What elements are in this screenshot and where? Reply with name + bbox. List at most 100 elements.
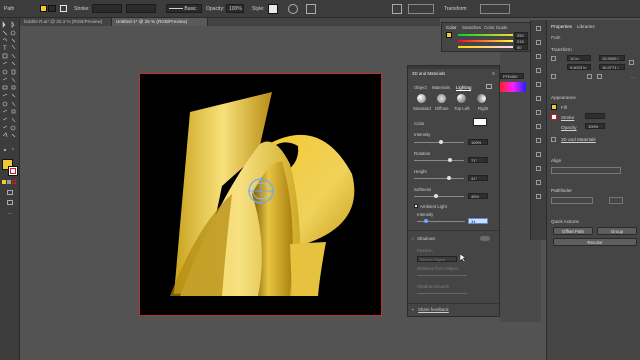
shadows-toggle[interactable] (480, 236, 490, 241)
more-options-icon[interactable]: … (631, 74, 635, 79)
pathfinder-buttons-row[interactable] (551, 197, 593, 204)
fill-dropdown[interactable] (48, 5, 56, 12)
stroke-swatch[interactable] (60, 5, 67, 12)
height-value[interactable]: 41° (468, 175, 488, 181)
flip-vertical-icon[interactable] (597, 74, 602, 79)
intensity-value[interactable]: 100% (468, 139, 488, 145)
light-color-swatch[interactable] (473, 118, 487, 126)
graphic-styles-panel-icon[interactable] (536, 138, 541, 143)
variable-width-field[interactable] (126, 4, 156, 13)
appearance-opacity-label[interactable]: Opacity (561, 125, 577, 130)
red-slider[interactable] (458, 34, 513, 36)
artboards-panel-icon[interactable] (536, 166, 541, 171)
tab-color[interactable]: Color (446, 25, 457, 30)
softness-value[interactable]: 45% (468, 193, 488, 199)
rotate-icon[interactable] (551, 74, 556, 79)
w-field[interactable]: 15.9009 i (599, 55, 625, 61)
gradient-mode-icon[interactable] (7, 180, 11, 184)
shadows-chevron-icon[interactable]: › (412, 236, 413, 241)
color-panel-icon[interactable] (536, 26, 541, 31)
appearance-stroke-swatch[interactable] (551, 114, 557, 120)
tab-lighting[interactable]: Lighting (456, 85, 472, 91)
distance-slider[interactable] (417, 275, 467, 276)
align-panel-icon[interactable] (536, 180, 541, 185)
group-button[interactable]: Group (597, 227, 637, 235)
opacity-field[interactable]: 100% (585, 123, 605, 129)
tab-object[interactable]: Object (414, 85, 427, 90)
recolor-button[interactable]: Recolor (553, 238, 637, 246)
align-buttons[interactable] (408, 4, 434, 14)
color-fill-swatch[interactable] (446, 32, 452, 38)
panel-menu-icon[interactable]: ≡ (492, 71, 495, 76)
symbols-panel-icon[interactable] (536, 68, 541, 73)
preset-right-icon[interactable] (477, 94, 486, 103)
x-field[interactable]: 10 in (567, 55, 591, 61)
tab-color-guide[interactable]: Color Guide (484, 25, 507, 30)
stroke-weight-field[interactable] (92, 4, 122, 13)
draw-mode-icon[interactable] (7, 190, 13, 195)
more-tools-icon[interactable]: … (7, 210, 13, 216)
blue-slider[interactable] (458, 46, 513, 48)
align-to-icon[interactable] (392, 4, 402, 14)
rotation-slider[interactable] (414, 160, 464, 161)
tab-untitled-1[interactable]: Untitled-1* @ 25 % (RGB/Preview) (112, 18, 208, 26)
brush-style-select[interactable]: Basic (166, 4, 202, 13)
tool-icons[interactable]: T (0, 18, 20, 218)
tab-properties[interactable]: Properties (551, 24, 572, 29)
transform-icons[interactable] (480, 4, 510, 14)
stroke-weight-field[interactable] (585, 113, 605, 119)
ambient-intensity-value[interactable]: 34 (468, 218, 488, 224)
stroke-panel-icon[interactable] (536, 82, 541, 87)
tab-bubble-r[interactable]: bubble R.ai* @ 33.3 % (RGB/Preview) (20, 18, 112, 26)
constrain-proportions-icon[interactable] (629, 60, 634, 65)
color-mode-icon[interactable] (2, 180, 6, 184)
preset-diffuse-icon[interactable] (437, 94, 446, 103)
rotation-value[interactable]: 71° (468, 157, 488, 163)
flip-horizontal-icon[interactable] (587, 74, 592, 79)
tab-swatches[interactable]: Swatches (462, 25, 481, 30)
appearance-stroke-label[interactable]: Stroke (561, 115, 574, 120)
y-field[interactable]: 9.6023 in (567, 64, 591, 70)
recolor-icon[interactable] (288, 4, 298, 14)
gradient-panel-icon[interactable] (536, 96, 541, 101)
fx-icon[interactable] (551, 137, 556, 142)
h-field[interactable]: 16.9771 i (599, 64, 625, 70)
share-feedback-link[interactable]: Share feedback (418, 307, 449, 312)
position-select[interactable]: Behind Object (417, 256, 457, 262)
screen-mode-icon[interactable] (7, 200, 13, 205)
preset-standard-icon[interactable] (417, 94, 426, 103)
align-buttons-row[interactable] (551, 167, 621, 174)
bounds-slider[interactable] (417, 293, 467, 294)
tab-materials[interactable]: Materials (432, 85, 450, 90)
pathfinder-panel-icon[interactable] (536, 194, 541, 199)
intensity-knob[interactable] (439, 140, 443, 144)
softness-slider[interactable] (414, 196, 464, 197)
3d-letter-r-artwork[interactable] (140, 74, 383, 317)
transparency-panel-icon[interactable] (536, 110, 541, 115)
softness-knob[interactable] (434, 194, 438, 198)
opacity-field[interactable]: 100% (226, 4, 244, 13)
color-spectrum[interactable] (500, 82, 526, 92)
layers-panel-icon[interactable] (536, 152, 541, 157)
graphic-style-swatch[interactable] (268, 4, 278, 14)
reference-point-icon[interactable] (551, 56, 556, 61)
fill-swatch[interactable] (40, 5, 47, 12)
rotation-knob[interactable] (448, 158, 452, 162)
green-slider[interactable] (458, 40, 513, 42)
brushes-panel-icon[interactable] (536, 54, 541, 59)
artboard[interactable] (139, 73, 382, 316)
tab-libraries[interactable]: Libraries (577, 24, 595, 29)
offset-path-button[interactable]: Offset Path (553, 227, 593, 235)
height-knob[interactable] (447, 176, 451, 180)
align-icon[interactable] (306, 4, 316, 14)
pathfinder-more-button[interactable] (609, 197, 623, 204)
none-mode-icon[interactable] (12, 180, 16, 184)
render-icon[interactable] (486, 84, 492, 89)
3d-materials-effect-link[interactable]: 3D and Materials (561, 137, 596, 142)
hex-field[interactable]: FFD400 (500, 73, 524, 79)
preset-top-left-icon[interactable] (457, 94, 466, 103)
appearance-fill-swatch[interactable] (551, 104, 557, 110)
ambient-intensity-knob[interactable] (424, 219, 428, 223)
appearance-panel-icon[interactable] (536, 124, 541, 129)
blue-value[interactable]: 50 (514, 44, 528, 50)
